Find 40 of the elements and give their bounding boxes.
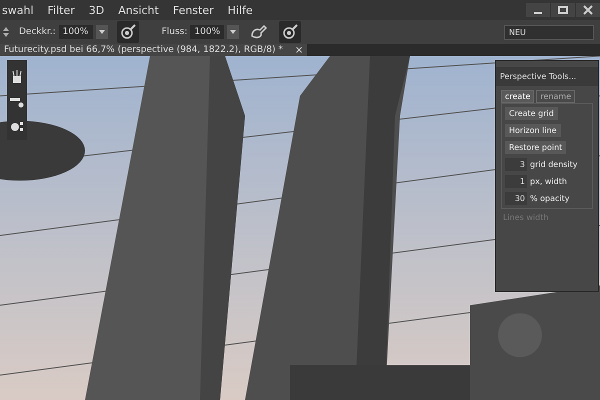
- menu-item[interactable]: Hilfe: [228, 4, 253, 16]
- maximize-icon: [558, 5, 568, 15]
- panel-button[interactable]: Create grid: [505, 107, 558, 120]
- flow-label: Fluss:: [162, 27, 188, 37]
- number-field[interactable]: 30: [505, 192, 527, 205]
- document-tab[interactable]: Futurecity.psd bei 66,7% (perspective (984, 1822.2), RGB/8) * ×: [0, 44, 308, 56]
- dropdown-button[interactable]: [227, 25, 240, 39]
- opacity-label: Deckkr.:: [19, 27, 56, 37]
- tool-icon[interactable]: [10, 70, 24, 84]
- panel-tab[interactable]: create: [501, 90, 534, 103]
- opacity-field[interactable]: 100%: [58, 25, 93, 39]
- dropdown-button[interactable]: [96, 25, 108, 39]
- panel-button[interactable]: Restore point: [505, 141, 566, 154]
- stepper-icon[interactable]: [2, 26, 10, 38]
- minimize-button[interactable]: [526, 3, 550, 17]
- menu-item[interactable]: Ansicht: [118, 4, 159, 16]
- caret-icon: [98, 30, 105, 34]
- close-icon: [583, 5, 593, 15]
- document-title: Futurecity.psd bei 66,7% (perspective (984, 1822.2), RGB/8) *: [4, 45, 283, 55]
- flow-field[interactable]: 100%: [190, 25, 224, 39]
- number-field[interactable]: 1: [505, 175, 527, 188]
- menu-item[interactable]: 3D: [88, 4, 104, 16]
- workspace-field[interactable]: NEU: [504, 24, 594, 40]
- caret-icon: [230, 30, 236, 34]
- close-tab-button[interactable]: ×: [294, 44, 304, 56]
- menu-item[interactable]: Filter: [48, 4, 75, 16]
- airbrush-icon[interactable]: [116, 21, 139, 43]
- airbrush-icon[interactable]: [279, 21, 302, 43]
- menu-item[interactable]: Fenster: [172, 4, 214, 16]
- number-field[interactable]: 3: [505, 158, 527, 171]
- menu-item[interactable]: swahl: [2, 4, 34, 16]
- panel-title: Perspective Tools...: [496, 67, 598, 86]
- close-button[interactable]: [576, 3, 600, 17]
- panel-tab[interactable]: rename: [536, 90, 576, 103]
- minimize-icon: [534, 12, 542, 14]
- setting-label: grid density: [530, 159, 578, 170]
- panel-button[interactable]: Horizon line: [505, 124, 561, 137]
- maximize-button[interactable]: [551, 3, 575, 17]
- setting-label: % opacity: [530, 193, 570, 204]
- setting-label: px, width: [530, 176, 567, 187]
